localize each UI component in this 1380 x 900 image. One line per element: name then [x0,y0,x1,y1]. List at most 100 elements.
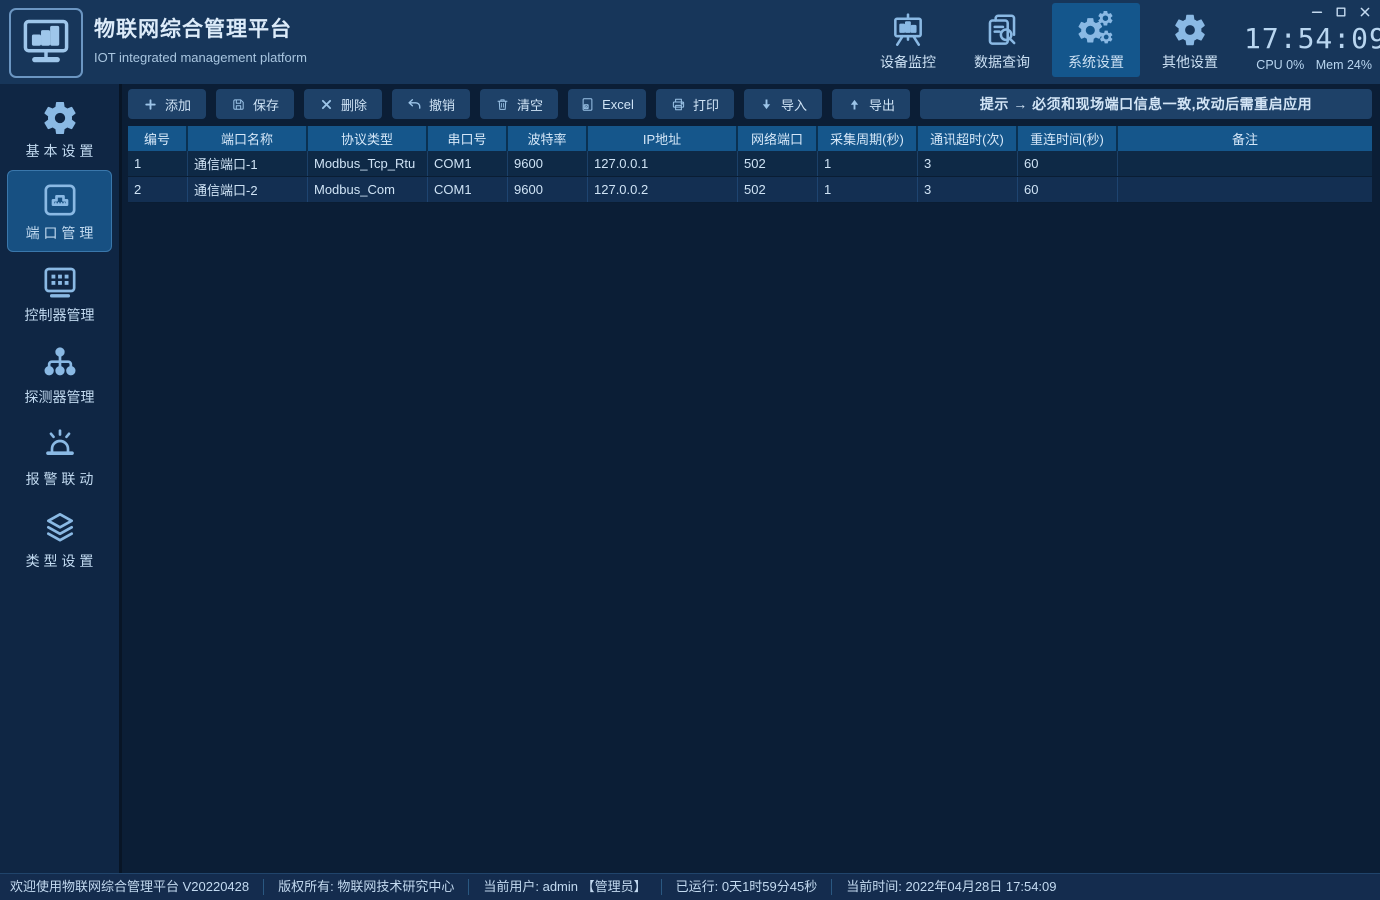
close-x-icon: .f{fill:currentColor} [319,97,334,112]
table-cell[interactable]: 9600 [508,151,588,176]
sidebar-item-type-settings[interactable]: .f{fill:currentColor} 类 型 设 置 [7,498,112,580]
toolbar-button-label: Excel [602,97,634,112]
table-row[interactable]: 1通信端口-1Modbus_Tcp_RtuCOM19600127.0.0.150… [128,151,1372,177]
main-content: .f{fill:currentColor} 添加 .f{fill:current… [122,84,1380,873]
table-cell[interactable] [1118,177,1372,202]
app-logo: .f{fill:currentColor} [9,8,83,78]
layers-icon: .f{fill:currentColor} [40,507,80,549]
toolbar-button-label: 导出 [869,95,895,114]
status-bar: 欢迎使用物联网综合管理平台 V20220428版权所有: 物联网技术研究中心当前… [0,873,1380,900]
toolbar-button-label: 导入 [781,95,807,114]
page-title: 物联网综合管理平台 [94,13,307,43]
nav-item-device-monitor[interactable]: .f{fill:currentColor} 设备监控 [864,3,952,77]
sidebar-item-port-management[interactable]: .f{fill:currentColor} 端 口 管 理 [7,170,112,252]
nav-item-other-settings[interactable]: .f{fill:currentColor} 其他设置 [1146,3,1234,77]
toolbar: .f{fill:currentColor} 添加 .f{fill:current… [128,89,1372,119]
status-welcome: 欢迎使用物联网综合管理平台 V20220428 [0,879,264,895]
toolbar-button-import[interactable]: .f{fill:currentColor} 导入 [744,89,822,119]
title-block: 物联网综合管理平台 IOT integrated management plat… [94,13,307,65]
clock-panel: .f{fill:currentColor} .f{fill:currentColo… [1244,5,1372,72]
toolbar-button-label: 添加 [165,95,191,114]
trash-icon: .f{fill:currentColor} [495,97,510,112]
status-current-user: 当前用户: admin 【管理员】 [469,879,661,895]
table-cell[interactable]: 3 [918,151,1018,176]
nav-item-system-settings[interactable]: .f{fill:currentColor} 系统设置 [1052,3,1140,77]
toolbar-button-undo[interactable]: .f{fill:currentColor} 撤销 [392,89,470,119]
page-subtitle: IOT integrated management platform [94,50,307,65]
table-cell[interactable]: Modbus_Com [308,177,428,202]
table-cell[interactable]: 1 [818,177,918,202]
network-tree-icon: .f{fill:currentColor} [40,343,80,385]
undo-icon: .f{fill:currentColor} [407,97,422,112]
table-cell[interactable]: 60 [1018,177,1118,202]
floppy-icon: .f{fill:currentColor} [231,97,246,112]
sidebar-item-basic-settings[interactable]: .f{fill:currentColor} 基 本 设 置 [7,88,112,170]
sidebar-item-label: 报 警 联 动 [26,469,94,489]
status-current-time: 当前时间: 2022年04月28日 17:54:09 [832,879,1070,895]
gear-icon: .f{fill:currentColor} [40,97,80,139]
nav-item-data-query[interactable]: .f{fill:currentColor} 数据查询 [958,3,1046,77]
toolbar-button-excel[interactable]: .f{fill:currentColor} Excel [568,89,646,119]
table-cell[interactable]: 502 [738,151,818,176]
toolbar-button-clear[interactable]: .f{fill:currentColor} 清空 [480,89,558,119]
table-cell[interactable]: 通信端口-1 [188,151,308,176]
table-cell[interactable]: 9600 [508,177,588,202]
column-header: 端口名称 [188,126,308,151]
nav-item-label: 数据查询 [974,52,1030,72]
toolbar-button-save[interactable]: .f{fill:currentColor} 保存 [216,89,294,119]
status-copyright: 版权所有: 物联网技术研究中心 [264,879,469,895]
toolbar-button-export[interactable]: .f{fill:currentColor} 导出 [832,89,910,119]
sidebar-item-controller-management[interactable]: .f{fill:currentColor} 控制器管理 [7,252,112,334]
top-nav: .f{fill:currentColor} 设备监控 .f{fill:curre… [864,3,1234,77]
table-cell[interactable]: Modbus_Tcp_Rtu [308,151,428,176]
sidebar-item-label: 探测器管理 [25,387,95,407]
table-cell[interactable]: 127.0.0.2 [588,177,738,202]
table-cell[interactable]: 127.0.0.1 [588,151,738,176]
close-button[interactable]: .f{fill:currentColor} [1358,5,1372,19]
arrow-up-icon: .f{fill:currentColor} [847,97,862,112]
column-header: 备注 [1118,126,1372,151]
column-header: 协议类型 [308,126,428,151]
app-window: .f{fill:currentColor} 物联网综合管理平台 IOT inte… [0,0,1380,900]
toolbar-button-print[interactable]: .f{fill:currentColor} 打印 [656,89,734,119]
toolbar-button-add[interactable]: .f{fill:currentColor} 添加 [128,89,206,119]
arrow-down-icon: .f{fill:currentColor} [759,97,774,112]
monitor-chart-icon: .f{fill:currentColor} [20,15,72,72]
table-cell[interactable]: 1 [818,151,918,176]
table-cell[interactable]: 通信端口-2 [188,177,308,202]
maximize-button[interactable]: .f{fill:currentColor} [1334,5,1348,19]
excel-doc-icon: .f{fill:currentColor} [580,97,595,112]
cpu-usage: CPU 0% [1256,58,1304,72]
sidebar-item-label: 基 本 设 置 [26,141,94,161]
sidebar-item-label: 类 型 设 置 [26,551,94,571]
hint-bar: 提示 → 必须和现场端口信息一致,改动后需重启应用 [920,89,1372,119]
table-cell[interactable]: 3 [918,177,1018,202]
table-cell[interactable]: 2 [128,177,188,202]
window-controls: .f{fill:currentColor} .f{fill:currentColo… [1244,5,1372,19]
cpu-mem-readout: CPU 0% Mem 24% [1244,58,1372,72]
column-header: 通讯超时(次) [918,126,1018,151]
table-cell[interactable] [1118,151,1372,176]
minimize-button[interactable]: .f{fill:currentColor} [1310,5,1324,19]
nav-item-label: 设备监控 [880,52,936,72]
table-cell[interactable]: 502 [738,177,818,202]
table-row[interactable]: 2通信端口-2Modbus_ComCOM19600127.0.0.2502136… [128,177,1372,203]
toolbar-button-label: 删除 [341,95,367,114]
header-bar: .f{fill:currentColor} 物联网综合管理平台 IOT inte… [0,0,1380,84]
table-cell[interactable]: 60 [1018,151,1118,176]
sidebar-item-alarm-linkage[interactable]: .f{fill:currentColor} 报 警 联 动 [7,416,112,498]
mem-usage: Mem 24% [1316,58,1372,72]
sidebar-item-detector-management[interactable]: .f{fill:currentColor} 探测器管理 [7,334,112,416]
digital-clock: 17:54:09 [1244,22,1372,55]
table-cell[interactable]: COM1 [428,177,508,202]
table-header-row: 编号端口名称协议类型串口号波特率IP地址网络端口采集周期(秒)通讯超时(次)重连… [128,126,1372,151]
toolbar-button-delete[interactable]: .f{fill:currentColor} 删除 [304,89,382,119]
table-cell[interactable]: COM1 [428,151,508,176]
column-header: 采集周期(秒) [818,126,918,151]
table-cell[interactable]: 1 [128,151,188,176]
docs-search-icon: .f{fill:currentColor} [983,10,1021,50]
gears-icon: .f{fill:currentColor} [1077,10,1115,50]
nav-item-label: 系统设置 [1068,52,1124,72]
easel-chart-icon: .f{fill:currentColor} [889,10,927,50]
toolbar-button-label: 打印 [693,95,719,114]
